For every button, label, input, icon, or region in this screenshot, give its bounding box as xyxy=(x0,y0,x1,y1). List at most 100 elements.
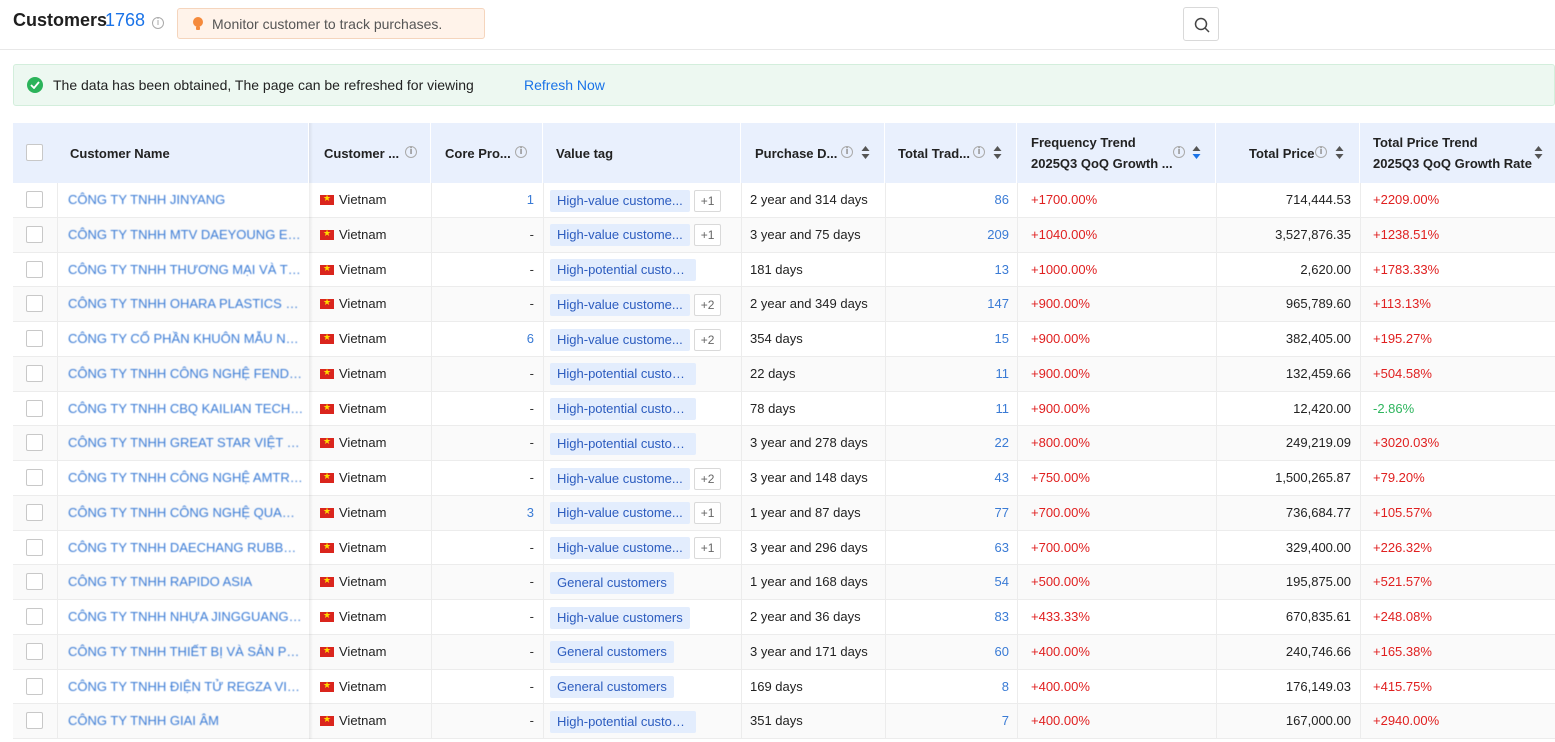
row-checkbox[interactable] xyxy=(26,295,43,313)
customer-name-link[interactable]: CÔNG TY TNHH GIAI ÂM xyxy=(68,704,304,738)
sort-icon[interactable] xyxy=(861,145,870,160)
select-all-checkbox[interactable] xyxy=(26,144,43,161)
table-row[interactable]: CÔNG TY TNHH THIẾT BỊ VÀ SẢN PH... Vietna… xyxy=(13,634,1555,670)
core-products-link[interactable]: 3 xyxy=(431,496,534,530)
table-row[interactable]: CÔNG TY TNHH GIAI ÂM Vietnam -High-potenti… xyxy=(13,704,1555,739)
row-checkbox[interactable] xyxy=(26,538,43,556)
info-icon[interactable]: i xyxy=(152,17,164,29)
customer-name-link[interactable]: CÔNG TY TNHH THƯƠNG MẠI VÀ TIẾ... xyxy=(68,253,304,287)
total-trades-link[interactable]: 86 xyxy=(885,183,1009,217)
info-icon[interactable]: i xyxy=(973,146,985,158)
table-row[interactable]: CÔNG TY TNHH NHỰA JINGGUANG Đ... Vietnam -… xyxy=(13,600,1555,635)
total-trades-link[interactable]: 63 xyxy=(885,531,1009,565)
customer-name-link[interactable]: CÔNG TY TNHH ĐIỆN TỬ REGZA VIỆT... xyxy=(68,670,304,704)
table-row[interactable]: CÔNG TY TNHH CÔNG NGHỆ QUANG ... Vietnam 3… xyxy=(13,495,1555,531)
sort-icon[interactable] xyxy=(1335,145,1344,160)
table-row[interactable]: CÔNG TY TNHH JINYANG Vietnam 1 High-value c… xyxy=(13,183,1555,218)
row-checkbox[interactable] xyxy=(26,677,43,695)
total-trades-link[interactable]: 83 xyxy=(885,600,1009,634)
row-checkbox[interactable] xyxy=(26,399,43,417)
more-tags-badge[interactable]: +1 xyxy=(693,189,722,212)
customer-name-link[interactable]: CÔNG TY TNHH OHARA PLASTICS VI... xyxy=(68,287,304,321)
sort-icon[interactable] xyxy=(993,145,1002,160)
customer-name-link[interactable]: CÔNG TY TNHH THIẾT BỊ VÀ SẢN PH... xyxy=(68,635,304,669)
more-tags-badge[interactable]: +2 xyxy=(693,293,722,316)
table-row[interactable]: CÔNG TY TNHH CÔNG NGHỆ FENDA ... Vietnam -… xyxy=(13,356,1555,392)
total-trades-link[interactable]: 15 xyxy=(885,322,1009,356)
table-row[interactable]: CÔNG TY TNHH CBQ KAILIAN TECHN... Vietnam… xyxy=(13,391,1555,427)
table-row[interactable]: CÔNG TY CỔ PHẦN KHUÔN MẪU NH... Vietnam 6H… xyxy=(13,322,1555,357)
total-trades-link[interactable]: 43 xyxy=(885,461,1009,495)
value-tag-cell: High-value custome... +2 xyxy=(550,287,740,321)
total-trades-link[interactable]: 7 xyxy=(885,704,1009,738)
purchase-duration: 351 days xyxy=(750,713,803,729)
purchase-duration: 78 days xyxy=(750,400,796,416)
table-row[interactable]: CÔNG TY TNHH CÔNG NGHỆ AMTRA... Vietnam - H… xyxy=(13,461,1555,496)
customer-name-link[interactable]: CÔNG TY CỔ PHẦN KHUÔN MẪU NH... xyxy=(68,322,304,356)
total-price: 132,459.66 xyxy=(1285,365,1351,381)
row-checkbox[interactable] xyxy=(26,260,43,278)
info-icon[interactable]: i xyxy=(405,146,417,158)
country-label: Vietnam xyxy=(339,261,387,277)
sort-desc-active-icon[interactable] xyxy=(1192,145,1201,160)
customer-name-link[interactable]: CÔNG TY TNHH CBQ KAILIAN TECHN... xyxy=(68,392,304,426)
more-tags-badge[interactable]: +2 xyxy=(693,467,722,490)
table-row[interactable]: CÔNG TY TNHH RAPIDO ASIA Vietnam -General … xyxy=(13,565,1555,600)
customer-name-link[interactable]: CÔNG TY TNHH MTV DAEYOUNG ELE... xyxy=(68,218,304,252)
customer-name-link[interactable]: CÔNG TY TNHH GREAT STAR VIỆT N... xyxy=(68,426,304,460)
info-icon[interactable]: i xyxy=(515,146,527,158)
row-checkbox[interactable] xyxy=(26,225,43,243)
total-trades-link[interactable]: 54 xyxy=(885,565,1009,599)
customer-name-link[interactable]: CÔNG TY TNHH CÔNG NGHỆ QUANG ... xyxy=(68,496,304,530)
refresh-now-link[interactable]: Refresh Now xyxy=(524,77,605,93)
customer-name-link[interactable]: CÔNG TY TNHH DAECHANG RUBBER ... xyxy=(68,531,304,565)
total-trades-link[interactable]: 11 xyxy=(885,392,1010,426)
info-icon[interactable]: i xyxy=(1173,146,1185,158)
customer-name-link[interactable]: CÔNG TY TNHH NHỰA JINGGUANG Đ... xyxy=(68,600,304,634)
total-trades-link[interactable]: 13 xyxy=(885,253,1009,287)
info-icon[interactable]: i xyxy=(1315,146,1327,158)
customer-name-link[interactable]: CÔNG TY TNHH CÔNG NGHỆ AMTRA... xyxy=(68,461,304,495)
total-trades-link[interactable]: 8 xyxy=(885,670,1009,704)
table-row[interactable]: CÔNG TY TNHH DAECHANG RUBBER ... Vietnam -… xyxy=(13,530,1555,566)
more-tags-badge[interactable]: +2 xyxy=(693,328,722,351)
row-checkbox[interactable] xyxy=(26,469,43,486)
customer-country: Vietnam xyxy=(320,287,430,321)
vietnam-flag-icon xyxy=(320,192,334,206)
customer-country: Vietnam xyxy=(320,253,430,287)
row-checkbox[interactable] xyxy=(26,191,43,208)
more-tags-badge[interactable]: +1 xyxy=(693,224,722,247)
core-products-link[interactable]: 6 xyxy=(431,322,534,356)
row-checkbox[interactable] xyxy=(26,330,43,347)
row-checkbox[interactable] xyxy=(26,608,43,625)
row-checkbox[interactable] xyxy=(26,503,43,521)
customer-name-link[interactable]: CÔNG TY TNHH CÔNG NGHỆ FENDA ... xyxy=(68,357,304,391)
sort-icon[interactable] xyxy=(1534,145,1543,160)
total-trades-link[interactable]: 77 xyxy=(885,496,1009,530)
customer-name-link[interactable]: CÔNG TY TNHH JINYANG xyxy=(68,183,304,217)
total-trades-link[interactable]: 11 xyxy=(885,357,1010,391)
row-checkbox[interactable] xyxy=(26,712,43,730)
customer-name-link[interactable]: CÔNG TY TNHH RAPIDO ASIA xyxy=(68,565,304,599)
table-row[interactable]: CÔNG TY TNHH OHARA PLASTICS VI... Vietnam… xyxy=(13,287,1555,322)
table-row[interactable]: CÔNG TY TNHH THƯƠNG MẠI VÀ TIẾ... Vietnam… xyxy=(13,252,1555,288)
row-checkbox[interactable] xyxy=(26,364,43,382)
row-checkbox[interactable] xyxy=(26,434,43,452)
tip-banner: Monitor customer to track purchases. xyxy=(177,8,485,39)
more-tags-badge[interactable]: +1 xyxy=(693,537,722,560)
core-products-link[interactable]: 1 xyxy=(431,183,534,217)
row-checkbox[interactable] xyxy=(26,642,43,660)
table-row[interactable]: CÔNG TY TNHH MTV DAEYOUNG ELE... Vietnam -… xyxy=(13,217,1555,253)
table-row[interactable]: CÔNG TY TNHH GREAT STAR VIỆT N... Vietnam… xyxy=(13,426,1555,461)
total-trades-link[interactable]: 147 xyxy=(885,287,1009,321)
total-trades-link[interactable]: 22 xyxy=(885,426,1009,460)
table-row[interactable]: CÔNG TY TNHH ĐIỆN TỬ REGZA VIỆT... Vietna… xyxy=(13,669,1555,705)
total-trades-link[interactable]: 209 xyxy=(885,218,1009,252)
search-button[interactable] xyxy=(1183,7,1219,41)
value-tag-cell: High-potential customers xyxy=(550,392,740,426)
info-icon[interactable]: i xyxy=(841,146,853,158)
total-trades-link[interactable]: 60 xyxy=(885,635,1009,669)
more-tags-badge[interactable]: +1 xyxy=(693,502,722,525)
row-checkbox[interactable] xyxy=(26,573,43,591)
total-price: 240,746.66 xyxy=(1285,643,1351,659)
